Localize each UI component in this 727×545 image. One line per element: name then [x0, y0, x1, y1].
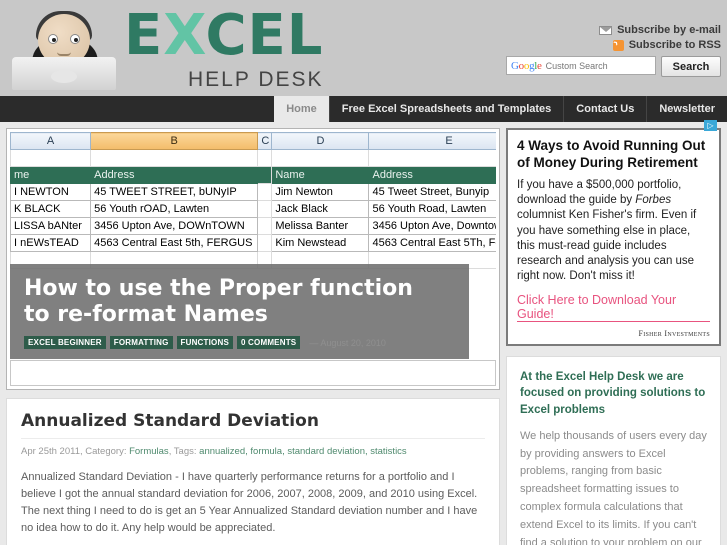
slider-controls-strip[interactable] [10, 360, 496, 386]
col-header-c[interactable]: C [257, 132, 273, 150]
ad-body: If you have a $500,000 portfolio, downlo… [517, 178, 710, 285]
nav-item-contact[interactable]: Contact Us [563, 96, 646, 122]
sidebar: ▷ 4 Ways to Avoid Running Out of Money D… [506, 120, 721, 545]
cell[interactable]: I nEWsTEAD [10, 234, 92, 252]
about-widget: At the Excel Help Desk we are focused on… [506, 355, 721, 545]
featured-slider[interactable]: A B C D E me Address Name Address I NEWT… [6, 128, 500, 390]
ad-body-emphasis: Forbes [635, 194, 672, 207]
cell[interactable]: 3456 Upton Ave, DOWnTOWN [90, 217, 259, 235]
col-header-a[interactable]: A [10, 132, 92, 150]
table-row: LISSA bANter 3456 Upton Ave, DOWnTOWN Me… [10, 217, 496, 235]
tag-excel-beginner[interactable]: EXCEL BEGINNER [24, 336, 106, 349]
cell[interactable]: I NEWTON [10, 183, 92, 201]
cell[interactable]: Melissa Banter [271, 217, 370, 235]
article-category-link[interactable]: Formulas [129, 446, 169, 457]
cell[interactable]: 4563 Central East 5Th, Fergus [368, 234, 496, 252]
subscribe-email-label: Subscribe by e-mail [617, 24, 721, 36]
cell[interactable]: Jack Black [271, 200, 370, 218]
ad-cta-link[interactable]: Click Here to Download Your Guide! [517, 293, 710, 322]
adchoices-icon[interactable]: ▷ [704, 120, 717, 131]
nav-item-templates[interactable]: Free Excel Spreadsheets and Templates [328, 96, 564, 122]
cell[interactable]: 45 TWEET STREET, bUNyIP [90, 183, 259, 201]
mascot-icon [8, 2, 120, 94]
slider-title-line2: to re-format Names [24, 302, 268, 328]
slider-date: — August 20, 2010 [309, 337, 386, 348]
table-row: I NEWTON 45 TWEET STREET, bUNyIP Jim New… [10, 183, 496, 201]
col-header-d[interactable]: D [271, 132, 370, 150]
table-row [10, 149, 496, 167]
advertisement[interactable]: ▷ 4 Ways to Avoid Running Out of Money D… [506, 120, 721, 346]
tag-functions[interactable]: FUNCTIONS [176, 336, 233, 349]
cell[interactable]: 4563 Central East 5th, FERGUS [90, 234, 259, 252]
slider-title[interactable]: How to use the Proper function to re-for… [24, 276, 455, 328]
cell[interactable]: 56 Youth rOAD, Lawten [90, 200, 259, 218]
main-navigation: Home Free Excel Spreadsheets and Templat… [0, 96, 727, 122]
article-date: Apr 25th 2011, [21, 446, 83, 457]
about-body-part1: We help thousands of users every day by … [520, 429, 707, 545]
subscribe-rss-link[interactable]: Subscribe to RSS [506, 39, 721, 51]
col-header-b[interactable]: B [90, 132, 259, 150]
logo-x: X [163, 3, 206, 68]
search-form: Google Custom Search Search [506, 56, 721, 77]
slider-caption: How to use the Proper function to re-for… [10, 264, 469, 359]
table-row: K BLACK 56 Youth rOAD, Lawten Jack Black… [10, 200, 496, 218]
slider-title-line1: How to use the Proper function [24, 276, 413, 302]
cell[interactable]: LISSA bANter [10, 217, 92, 235]
site-logo[interactable]: EXCEL HELP DESK [8, 2, 324, 94]
search-button[interactable]: Search [661, 56, 721, 77]
logo-wordmark: EXCEL [124, 3, 324, 68]
nav-item-newsletter[interactable]: Newsletter [646, 96, 727, 122]
ad-brand: Fisher Investments [638, 328, 710, 338]
about-body: We help thousands of users every day by … [520, 428, 707, 545]
site-header: EXCEL HELP DESK Subscribe by e-mail Subs… [0, 0, 727, 96]
cell[interactable]: 3456 Upton Ave, Downtown [368, 217, 496, 235]
left-head-address: Address [90, 166, 259, 184]
logo-tagline: HELP DESK [188, 68, 324, 91]
tag-formatting[interactable]: FORMATTING [109, 336, 173, 349]
nav-item-home[interactable]: Home [274, 96, 329, 122]
article-title[interactable]: Annualized Standard Deviation [21, 411, 485, 439]
rss-icon [612, 39, 624, 51]
cell[interactable]: K BLACK [10, 200, 92, 218]
slider-tag-list: EXCEL BEGINNER FORMATTING FUNCTIONS 0 CO… [24, 336, 455, 349]
col-header-e[interactable]: E [368, 132, 496, 150]
page-body: A B C D E me Address Name Address I NEWT… [0, 120, 727, 545]
subscribe-email-link[interactable]: Subscribe by e-mail [506, 24, 721, 36]
article-card: Annualized Standard Deviation Apr 25th 2… [6, 398, 500, 545]
right-head-address: Address [368, 166, 496, 184]
main-content: A B C D E me Address Name Address I NEWT… [6, 128, 500, 545]
about-heading: At the Excel Help Desk we are focused on… [520, 370, 706, 417]
article-category-label: Category: [85, 446, 127, 457]
article-meta: Apr 25th 2011, Category: Formulas, Tags:… [21, 446, 407, 457]
table-row: I nEWsTEAD 4563 Central East 5th, FERGUS… [10, 234, 496, 252]
table-row: me Address Name Address [10, 166, 496, 184]
search-input[interactable]: Google Custom Search [506, 56, 656, 75]
cell[interactable]: Jim Newton [271, 183, 370, 201]
tag-comments[interactable]: 0 COMMENTS [236, 336, 301, 349]
ad-headline: 4 Ways to Avoid Running Out of Money Dur… [517, 138, 706, 170]
mail-icon [599, 25, 613, 35]
spreadsheet-column-headers: A B C D E [10, 132, 496, 150]
cell[interactable]: 56 Youth Road, Lawten [368, 200, 496, 218]
cell[interactable]: 45 Tweet Street, Bunyip [368, 183, 496, 201]
google-logo: Google [511, 59, 542, 72]
header-utilities: Subscribe by e-mail Subscribe to RSS Goo… [506, 24, 721, 77]
article-tags-links[interactable]: annualized, formula, standard deviation,… [199, 446, 407, 457]
cell[interactable]: Kim Newstead [271, 234, 370, 252]
search-placeholder: Custom Search [545, 60, 608, 71]
article-tags-label: Tags: [173, 446, 197, 457]
subscribe-rss-label: Subscribe to RSS [628, 39, 721, 51]
right-head-name: Name [271, 166, 370, 184]
ad-body-part2: columnist Ken Fisher's firm. Even if you… [517, 209, 697, 283]
article-excerpt: Annualized Standard Deviation - I have q… [21, 471, 478, 535]
left-head-name: me [10, 166, 92, 184]
